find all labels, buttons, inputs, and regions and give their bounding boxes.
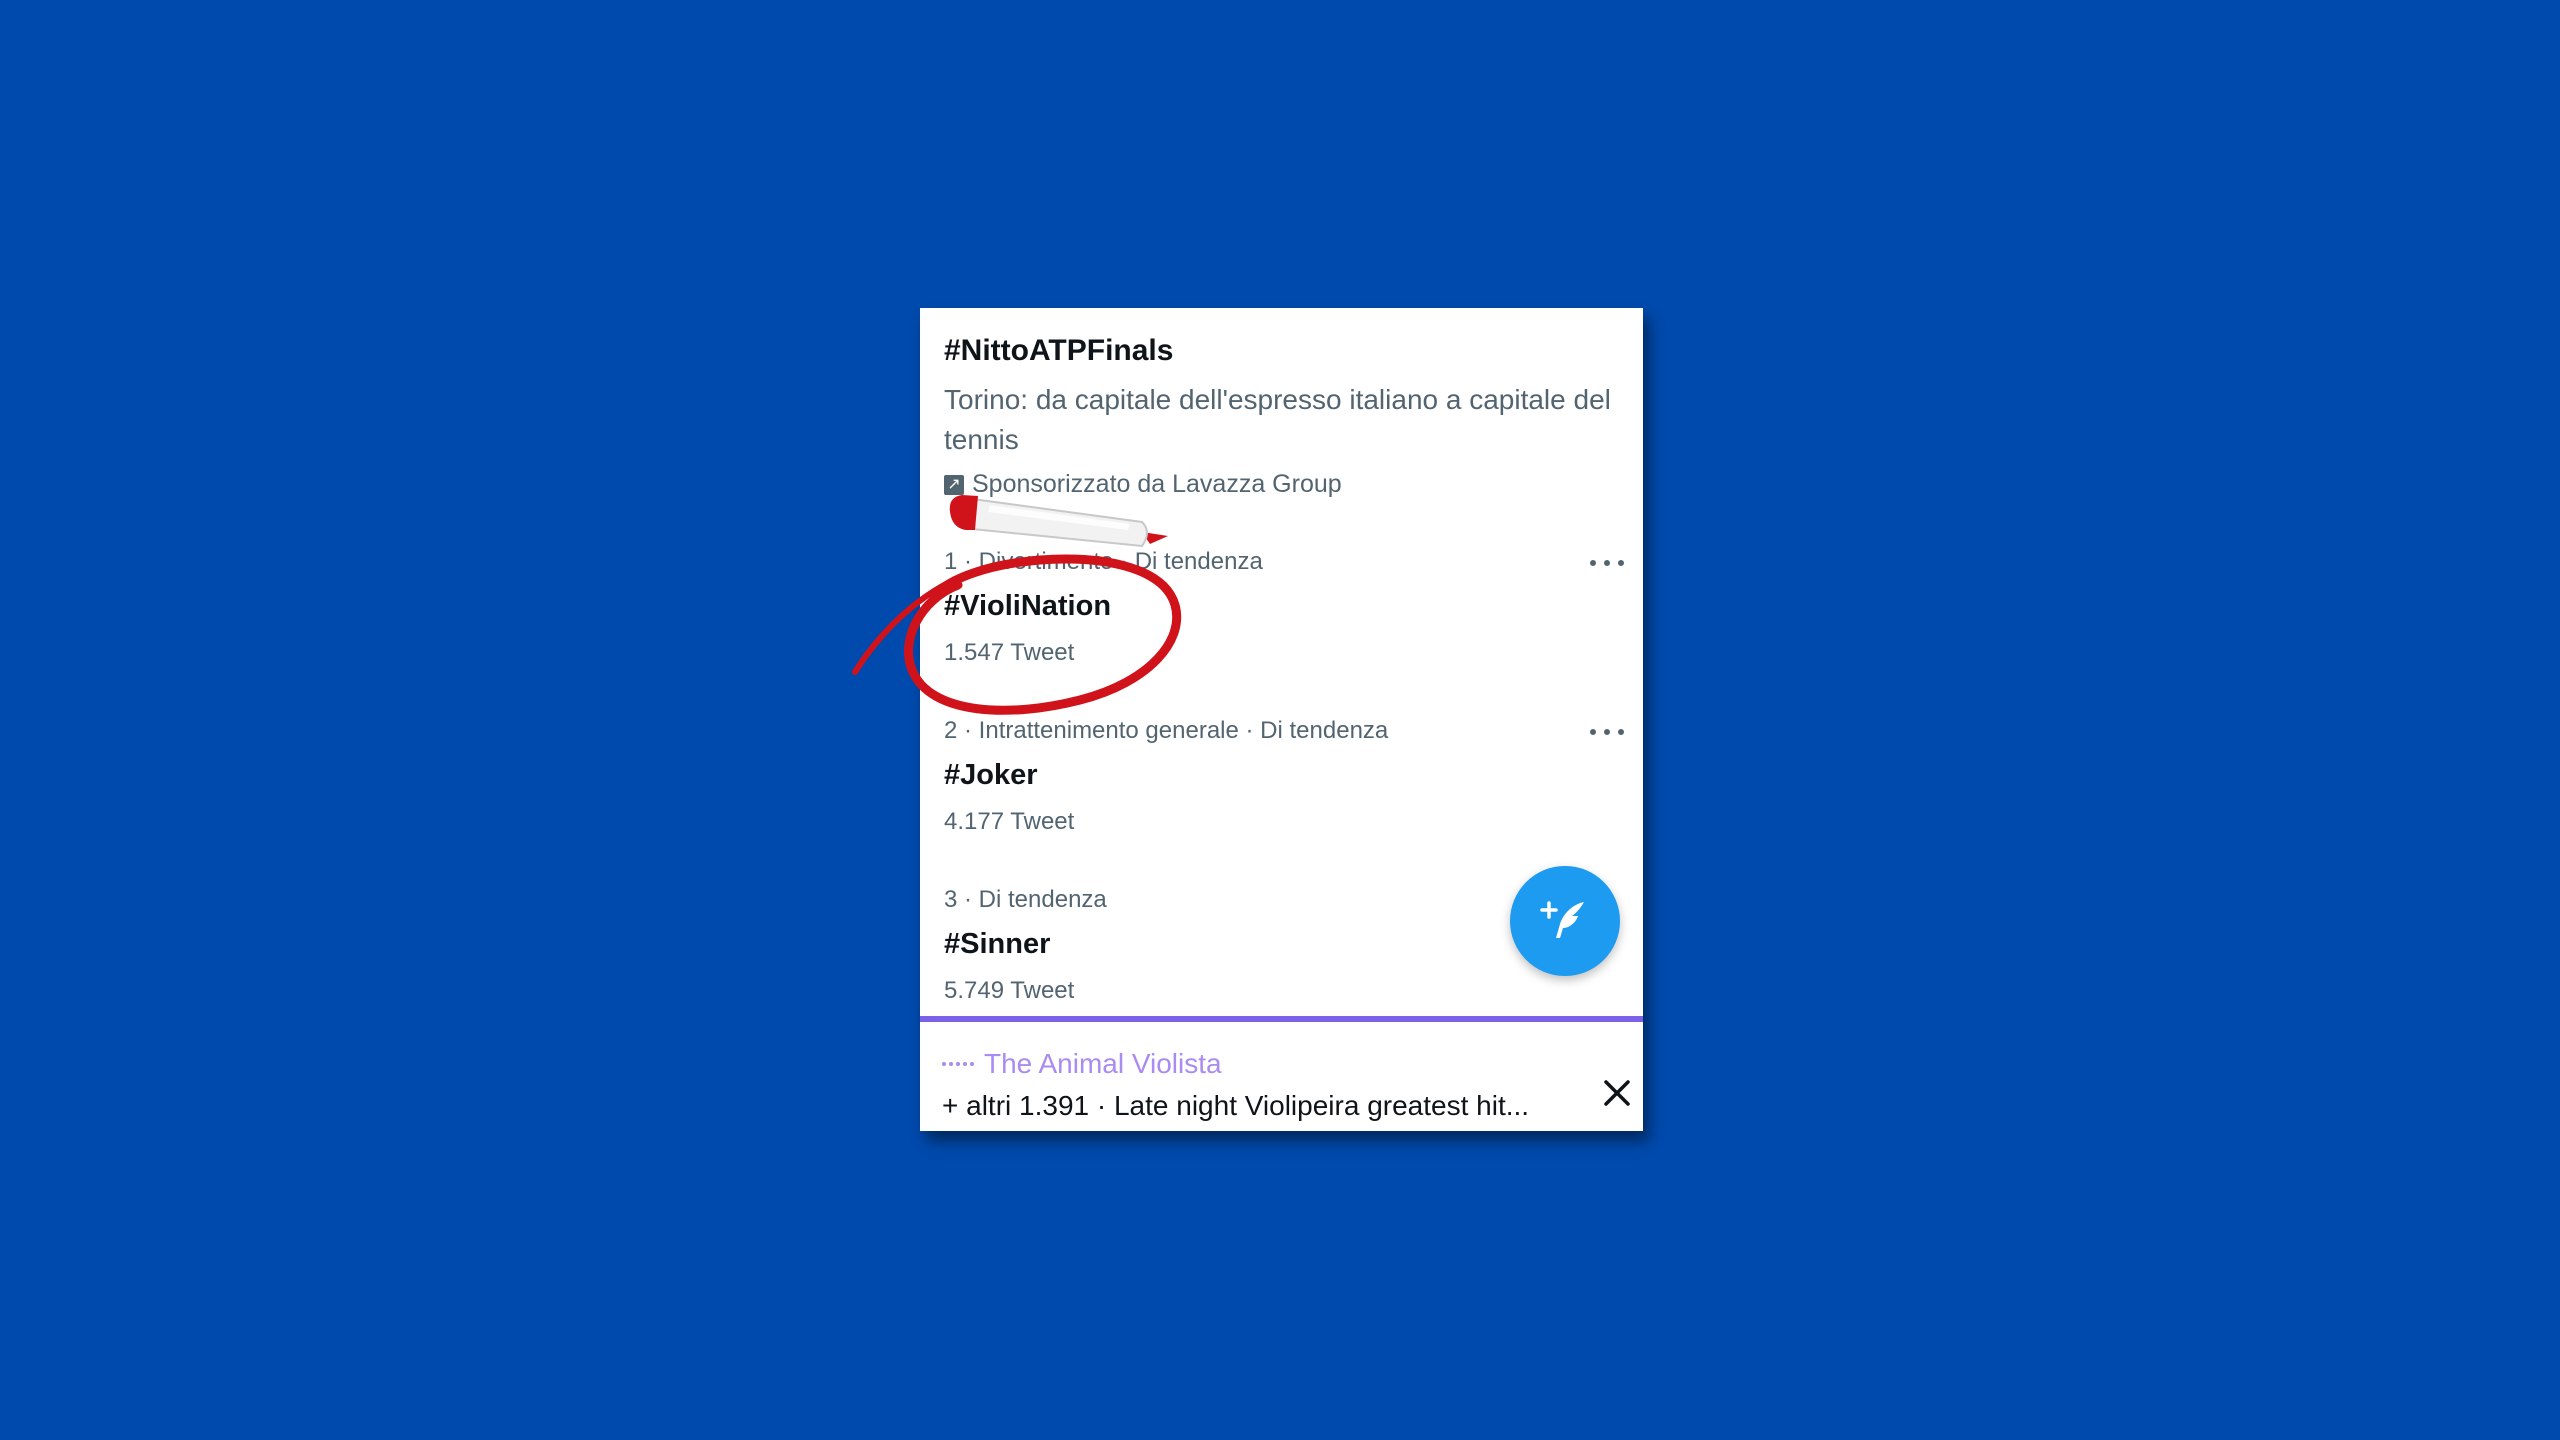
trend-count: 5.749 Tweet: [944, 977, 1075, 1004]
more-horizontal-icon[interactable]: [1590, 717, 1624, 747]
player-title-label: The Animal Violista: [984, 1048, 1222, 1079]
player-title[interactable]: The Animal Violista: [942, 1048, 1222, 1080]
trend-tag[interactable]: #VioliNation: [944, 590, 1624, 623]
more-horizontal-icon[interactable]: [1590, 548, 1624, 578]
audio-space-bar[interactable]: The Animal Violista + altri 1.391 · Late…: [920, 1022, 1643, 1131]
promoted-trend-sponsor: ↗ Sponsorizzato da Lavazza Group: [944, 470, 1624, 499]
trend-meta: 2 · Intrattenimento generale · Di tenden…: [944, 717, 1389, 744]
trend-item-2[interactable]: 2 · Intrattenimento generale · Di tenden…: [944, 717, 1624, 867]
compose-tweet-button[interactable]: [1510, 866, 1620, 976]
promoted-trend-description: Torino: da capitale dell'espresso italia…: [944, 384, 1611, 455]
compose-tweet-icon: [1540, 901, 1584, 938]
audio-wave-icon: [942, 1062, 974, 1066]
promoted-arrow-icon: ↗: [944, 474, 964, 495]
trend-tag[interactable]: #Joker: [944, 759, 1624, 792]
sponsor-label: Sponsorizzato da Lavazza Group: [972, 470, 1342, 498]
promoted-trend[interactable]: #NittoATPFinals Torino: da capitale dell…: [944, 334, 1624, 499]
trend-count: 4.177 Tweet: [944, 808, 1075, 835]
player-subtitle: + altri 1.391 · Late night Violipeira gr…: [942, 1090, 1530, 1121]
trends-card: #NittoATPFinals Torino: da capitale dell…: [920, 308, 1643, 1131]
close-icon[interactable]: [1600, 1076, 1634, 1110]
trend-item-1[interactable]: 1 · Divertimento · Di tendenza #VioliNat…: [944, 548, 1624, 698]
trend-count: 1.547 Tweet: [944, 639, 1075, 666]
promoted-trend-tag[interactable]: #NittoATPFinals: [944, 334, 1624, 368]
trend-meta: 1 · Divertimento · Di tendenza: [944, 548, 1263, 575]
